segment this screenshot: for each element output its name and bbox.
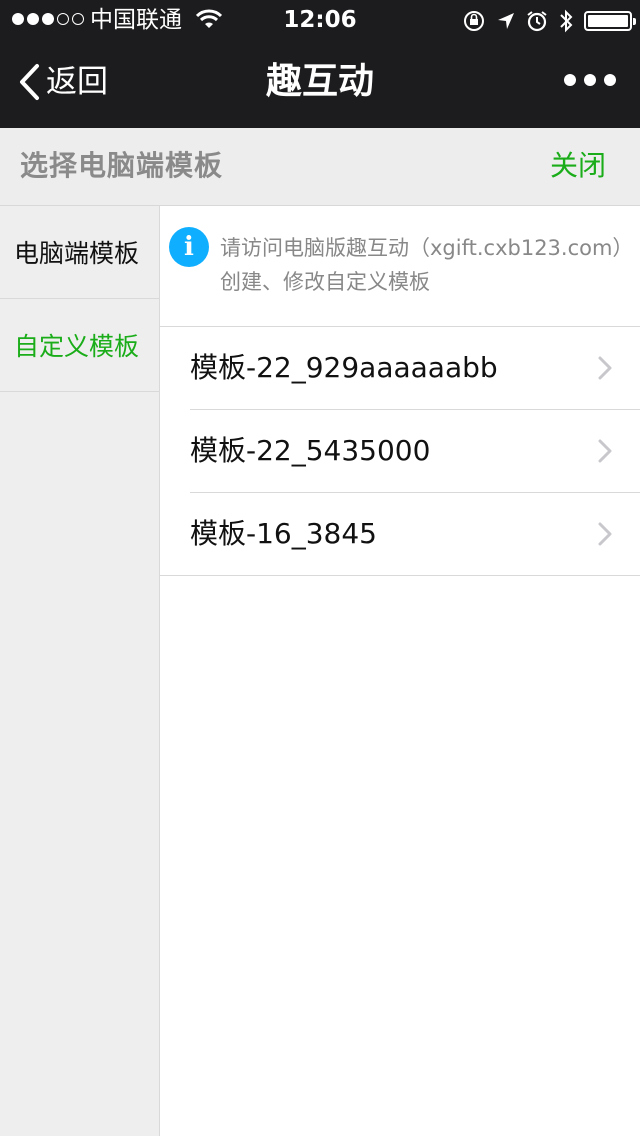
template-row[interactable]: 模板-22_929aaaaaabb (190, 327, 640, 410)
picker-title: 选择电脑端模板 (20, 149, 224, 182)
close-button[interactable]: 关闭 (550, 148, 606, 184)
sidebar-item-pc-templates[interactable]: 电脑端模板 (0, 206, 159, 299)
alarm-icon (527, 11, 547, 32)
template-picker-header: 选择电脑端模板 关闭 (0, 128, 640, 206)
bluetooth-icon (560, 9, 573, 33)
chevron-right-icon (598, 439, 612, 463)
sidebar-item-custom-templates[interactable]: 自定义模板 (0, 299, 159, 392)
notice-line-2: 创建、修改自定义模板 (220, 270, 430, 294)
template-row[interactable]: 模板-22_5435000 (190, 410, 640, 493)
more-menu-icon[interactable] (564, 74, 616, 86)
notice-text: 请访问电脑版趣互动（xgift.cxb123.com） 创建、修改自定义模板 (220, 231, 636, 299)
template-name: 模板-16_3845 (190, 517, 377, 550)
chevron-right-icon (598, 356, 612, 380)
nav-bar: 返回 趣互动 (0, 40, 640, 128)
top-bar: 中国联通 12:06 返回 趣互动 (0, 0, 640, 128)
notice-line-1: 请访问电脑版趣互动（xgift.cxb123.com） (220, 236, 634, 260)
status-bar: 中国联通 12:06 (0, 0, 640, 40)
page-title: 趣互动 (265, 61, 374, 102)
battery-icon (584, 11, 636, 31)
template-list: 模板-22_929aaaaaabb 模板-22_5435000 模板-16_38… (160, 327, 640, 576)
category-sidebar: 电脑端模板 自定义模板 (0, 206, 160, 1136)
template-row[interactable]: 模板-16_3845 (160, 493, 640, 576)
template-name: 模板-22_929aaaaaabb (190, 351, 498, 384)
template-content: i 请访问电脑版趣互动（xgift.cxb123.com） 创建、修改自定义模板… (160, 206, 640, 1136)
info-notice: i 请访问电脑版趣互动（xgift.cxb123.com） 创建、修改自定义模板 (160, 206, 640, 327)
chevron-right-icon (598, 522, 612, 546)
info-icon: i (169, 227, 209, 267)
location-icon (498, 13, 514, 29)
rotation-lock-icon (464, 11, 484, 31)
template-name: 模板-22_5435000 (190, 434, 431, 467)
status-icons (462, 8, 636, 34)
